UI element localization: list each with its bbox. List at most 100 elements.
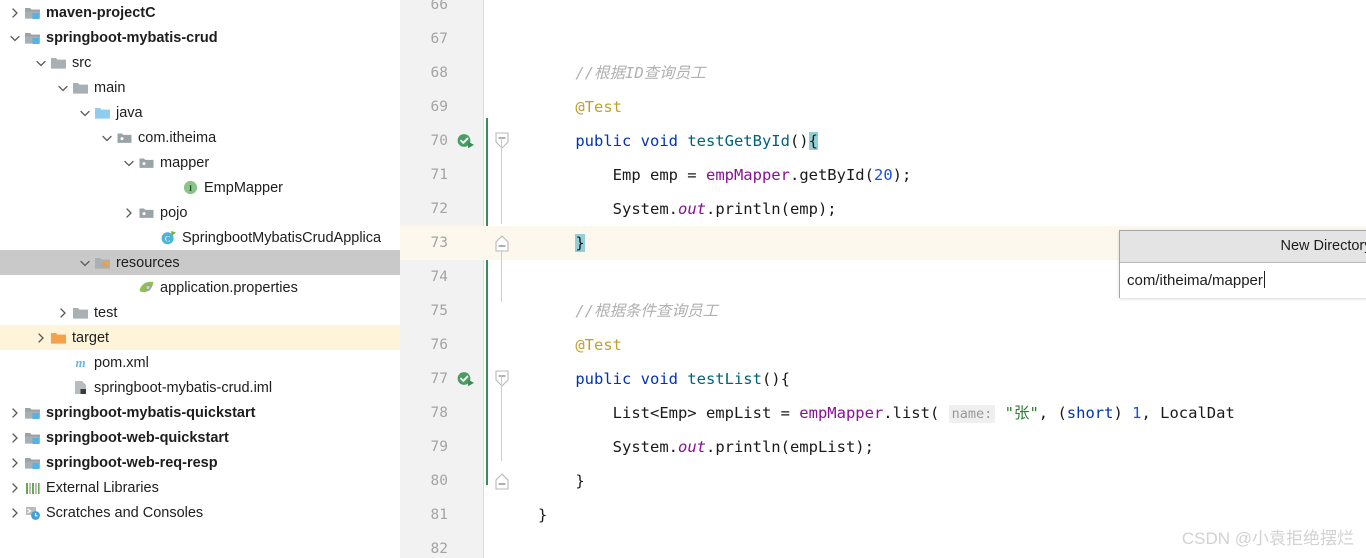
tree-item-maven-projectc[interactable]: maven-projectC [0, 0, 400, 25]
code-line[interactable]: 68 //根据ID查询员工 [400, 56, 1366, 90]
ide-window: maven-projectC springboot-mybatis-crud src… [0, 0, 1366, 558]
code-line[interactable]: 77 public void testList(){ [400, 362, 1366, 396]
tree-item-resources[interactable]: resources [0, 250, 400, 275]
code-line[interactable]: 76 @Test [400, 328, 1366, 362]
tree-item-java[interactable]: java [0, 100, 400, 125]
tree-item-pom-xml[interactable]: m pom.xml [0, 350, 400, 375]
tree-item-label: pom.xml [94, 354, 149, 371]
code-text: } [575, 234, 585, 252]
iml-file-icon [72, 379, 89, 396]
chevron-right-icon[interactable] [8, 481, 22, 495]
run-test-gutter-icon[interactable] [456, 132, 476, 152]
chevron-down-icon[interactable] [122, 156, 136, 170]
code-line[interactable]: 67 [400, 22, 1366, 56]
tree-item-test[interactable]: test [0, 300, 400, 325]
line-number: 79 [430, 439, 448, 455]
code-line[interactable]: 66 [400, 0, 1366, 22]
chevron-down-icon[interactable] [8, 31, 22, 45]
tree-item-main[interactable]: main [0, 75, 400, 100]
chevron-right-icon[interactable] [34, 331, 48, 345]
tree-item-application-properties[interactable]: application.properties [0, 275, 400, 300]
libraries-icon [24, 479, 41, 496]
code-line[interactable]: 78 List<Emp> empList = empMapper.list( n… [400, 396, 1366, 430]
chevron-down-icon[interactable] [78, 106, 92, 120]
tree-item-label: EmpMapper [204, 179, 283, 196]
fold-connector [501, 250, 502, 302]
code-editor[interactable]: 66 67 68 //根据ID查询员工 69 @Test 70 public void … [400, 0, 1366, 558]
maven-m-icon: m [72, 354, 89, 371]
code-line[interactable]: 70 public void testGetById(){ [400, 124, 1366, 158]
tree-item-springboot-mybatis-crud[interactable]: springboot-mybatis-crud [0, 25, 400, 50]
tree-item-springboot-web-quickstart[interactable]: springboot-web-quickstart [0, 425, 400, 450]
code-line[interactable]: 80 } [400, 464, 1366, 498]
tree-item-scratches-and-consoles[interactable]: Scratches and Consoles [0, 500, 400, 525]
code-fold-close-icon[interactable] [494, 234, 510, 252]
line-number: 76 [430, 337, 448, 353]
new-directory-input-value: com/itheima/mapper [1127, 272, 1263, 289]
tree-item-springboot-web-req-resp[interactable]: springboot-web-req-resp [0, 450, 400, 475]
line-number: 73 [430, 235, 448, 251]
line-number: 80 [430, 473, 448, 489]
module-folder-icon [24, 29, 41, 46]
line-number: 68 [430, 65, 448, 81]
tree-item-mapper[interactable]: mapper [0, 150, 400, 175]
project-tree-panel[interactable]: maven-projectC springboot-mybatis-crud src… [0, 0, 400, 558]
line-number: 71 [430, 167, 448, 183]
code-line[interactable]: 72 System.out.println(emp); [400, 192, 1366, 226]
tree-item-springboot-mybatis-quickstart[interactable]: springboot-mybatis-quickstart [0, 400, 400, 425]
chevron-right-icon[interactable] [8, 456, 22, 470]
code-line[interactable]: 71 Emp emp = empMapper.getById(20); [400, 158, 1366, 192]
run-test-gutter-icon[interactable] [456, 370, 476, 390]
code-text: System.out.println(emp); [538, 200, 837, 218]
code-text: } [538, 472, 585, 490]
new-directory-name-input[interactable]: com/itheima/mapper [1120, 263, 1366, 298]
code-fold-close-icon[interactable] [494, 472, 510, 490]
tree-item-label: springboot-mybatis-crud [46, 29, 218, 46]
code-line[interactable]: 75 //根据条件查询员工 [400, 294, 1366, 328]
chevron-down-icon[interactable] [34, 56, 48, 70]
package-icon [138, 154, 155, 171]
package-icon [116, 129, 133, 146]
code-text: List<Emp> empList = empMapper.list( name… [538, 404, 1235, 423]
chevron-down-icon[interactable] [78, 256, 92, 270]
tree-item-target[interactable]: target [0, 325, 400, 350]
fold-connector [501, 375, 502, 461]
code-text: System.out.println(empList); [538, 438, 874, 456]
module-folder-icon [24, 4, 41, 21]
chevron-right-icon[interactable] [8, 406, 22, 420]
module-folder-icon [24, 429, 41, 446]
chevron-right-icon[interactable] [8, 6, 22, 20]
tree-item-label: springboot-mybatis-quickstart [46, 404, 256, 421]
chevron-right-icon[interactable] [8, 431, 22, 445]
code-fold-open-icon[interactable] [494, 132, 510, 150]
tree-item-external-libraries[interactable]: External Libraries [0, 475, 400, 500]
chevron-right-icon[interactable] [122, 206, 136, 220]
spring-leaf-icon [138, 279, 155, 296]
tree-item-springbootmybatiscrudapplica[interactable]: C SpringbootMybatisCrudApplica [0, 225, 400, 250]
code-text: } [538, 506, 548, 524]
tree-item-empmapper[interactable]: I EmpMapper [0, 175, 400, 200]
tree-item-label: src [72, 54, 92, 71]
code-text: public void testList(){ [575, 370, 790, 388]
tree-item-springboot-mybatis-crud-iml[interactable]: springboot-mybatis-crud.iml [0, 375, 400, 400]
code-line[interactable]: 69 @Test [400, 90, 1366, 124]
tree-item-src[interactable]: src [0, 50, 400, 75]
svg-text:C: C [165, 235, 170, 244]
module-folder-icon [24, 454, 41, 471]
line-number: 82 [430, 541, 448, 557]
tree-item-com-itheima[interactable]: com.itheima [0, 125, 400, 150]
line-number: 66 [430, 0, 448, 13]
new-directory-dialog[interactable]: New Directory com/itheima/mapper [1119, 230, 1366, 298]
chevron-down-icon[interactable] [100, 131, 114, 145]
chevron-down-icon[interactable] [56, 81, 70, 95]
tree-item-pojo[interactable]: pojo [0, 200, 400, 225]
code-line[interactable]: 79 System.out.println(empList); [400, 430, 1366, 464]
code-fold-open-icon[interactable] [494, 370, 510, 388]
chevron-right-icon[interactable] [8, 506, 22, 520]
interface-icon: I [182, 179, 199, 196]
line-number: 69 [430, 99, 448, 115]
chevron-right-icon[interactable] [56, 306, 70, 320]
folder-gray-icon [72, 304, 89, 321]
watermark: CSDN @小袁拒绝摆烂 [1181, 529, 1354, 548]
code-text: //根据ID查询员工 [538, 64, 706, 82]
